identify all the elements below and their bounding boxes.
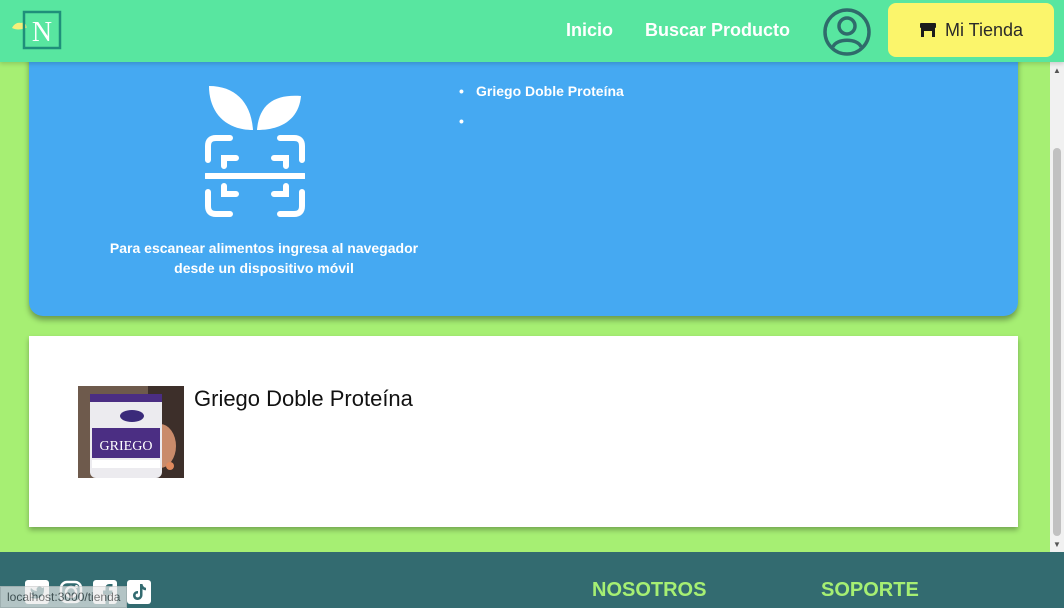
user-profile-icon[interactable] bbox=[822, 7, 872, 57]
scroll-thumb[interactable] bbox=[1053, 148, 1061, 536]
tiktok-icon[interactable] bbox=[127, 580, 151, 604]
scroll-up-arrow-icon[interactable]: ▲ bbox=[1053, 66, 1061, 75]
top-navbar: N Inicio Buscar Producto Mi Tienda bbox=[0, 0, 1064, 62]
vertical-scrollbar[interactable]: ▲ ▼ bbox=[1050, 62, 1064, 552]
product-image[interactable]: GRIEGO bbox=[78, 386, 184, 478]
mi-tienda-label: Mi Tienda bbox=[944, 19, 1024, 40]
nav-inicio-link[interactable]: Inicio bbox=[566, 20, 613, 41]
logo-letter: N bbox=[32, 17, 52, 48]
logo-icon[interactable]: N bbox=[10, 10, 62, 50]
scan-food-icon[interactable] bbox=[205, 82, 305, 232]
product-title[interactable]: Griego Doble Proteína bbox=[194, 386, 413, 412]
list-item[interactable] bbox=[459, 110, 624, 140]
scan-instructions: Para escanear alimentos ingresa al naveg… bbox=[109, 240, 419, 276]
footer-soporte-heading[interactable]: SOPORTE bbox=[821, 579, 919, 602]
store-icon bbox=[919, 23, 936, 37]
status-bar-url: localhost:3000/tienda bbox=[0, 586, 128, 608]
product-list: Griego Doble Proteína bbox=[459, 80, 624, 140]
list-item[interactable]: Griego Doble Proteína bbox=[459, 80, 624, 110]
footer-nosotros-heading[interactable]: NOSOTROS bbox=[592, 579, 706, 602]
footer: NOSOTROS SOPORTE bbox=[0, 552, 1064, 608]
mi-tienda-button[interactable]: Mi Tienda bbox=[888, 3, 1054, 57]
scroll-down-arrow-icon[interactable]: ▼ bbox=[1053, 540, 1061, 549]
scan-panel: Para escanear alimentos ingresa al naveg… bbox=[29, 40, 1018, 316]
nav-buscar-producto-link[interactable]: Buscar Producto bbox=[645, 20, 790, 41]
product-card: GRIEGO Griego Doble Proteína bbox=[29, 336, 1018, 527]
product-image-brand: GRIEGO bbox=[100, 439, 153, 454]
